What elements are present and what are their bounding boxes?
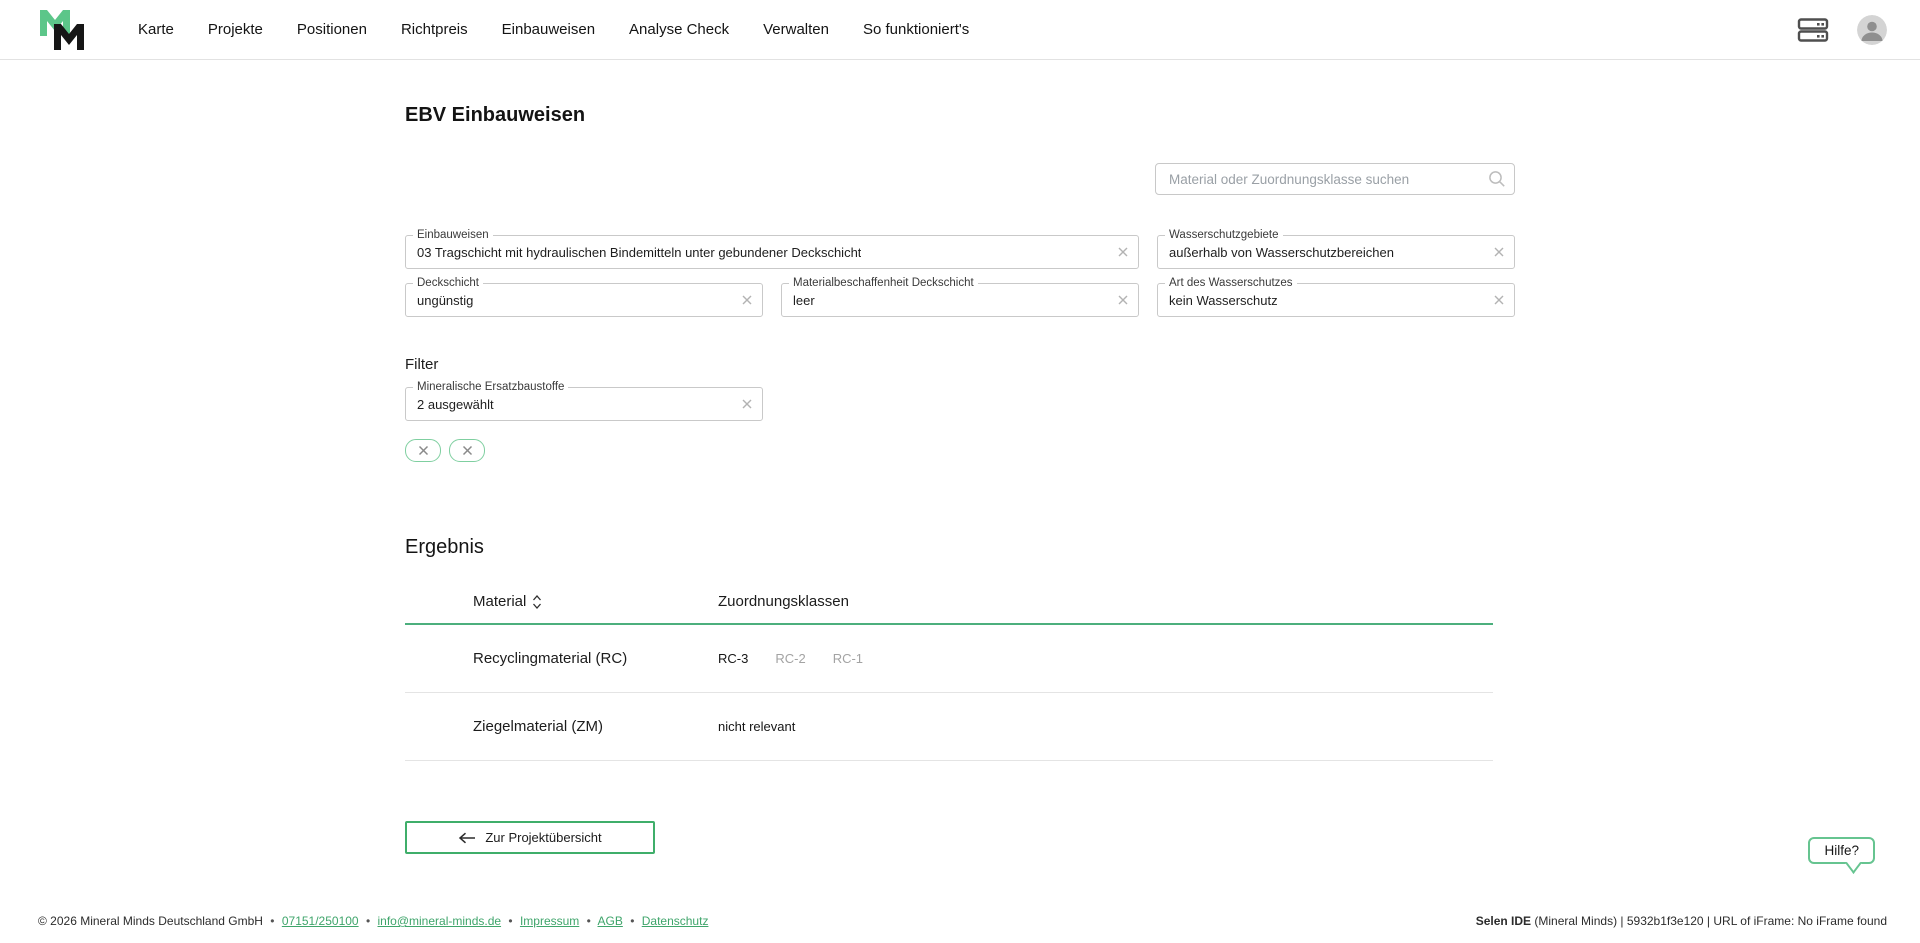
- footer-link-phone[interactable]: 07151/250100: [282, 914, 359, 928]
- footer-link-datenschutz[interactable]: Datenschutz: [642, 914, 709, 928]
- separator-dot: •: [587, 914, 591, 928]
- copyright-text: © 2026 Mineral Minds Deutschland GmbH: [38, 914, 263, 928]
- close-icon: [462, 445, 473, 456]
- footer-ide-details: (Mineral Minds) | 5932b1f3e120 | URL of …: [1531, 914, 1887, 928]
- back-to-project-overview-button[interactable]: Zur Projektübersicht: [405, 821, 655, 854]
- help-button-label: Hilfe?: [1824, 843, 1859, 858]
- nav-item-so-funktionierts[interactable]: So funktioniert's: [863, 21, 969, 38]
- zuordnungsklassen-cell: nicht relevant: [718, 719, 1493, 734]
- page: Karte Projekte Positionen Richtpreis Ein…: [0, 0, 1920, 943]
- mineral-minds-logo[interactable]: [38, 8, 86, 52]
- field-mineralische-ersatzbaustoffe[interactable]: Mineralische Ersatzbaustoffe 2 ausgewähl…: [405, 387, 763, 421]
- main-content: EBV Einbauweisen Einbauweisen 03 Tragsch…: [405, 60, 1515, 854]
- filter-heading: Filter: [405, 356, 1515, 373]
- column-header-zuordnungsklassen: Zuordnungsklassen: [718, 593, 1493, 610]
- arrow-left-icon: [458, 832, 476, 844]
- table-row: Recyclingmaterial (RC) RC-3 RC-2 RC-1: [405, 625, 1493, 693]
- clear-icon[interactable]: [741, 398, 753, 410]
- zuordnungsklasse-badge: RC-1: [833, 651, 863, 666]
- zuordnungsklassen-cell: RC-3 RC-2 RC-1: [718, 651, 1493, 666]
- field-einbauweisen-value: 03 Tragschicht mit hydraulischen Bindemi…: [417, 245, 861, 260]
- field-deckschicht-label: Deckschicht: [413, 276, 483, 290]
- footer: © 2026 Mineral Minds Deutschland GmbH • …: [0, 903, 1920, 943]
- result-heading: Ergebnis: [405, 536, 1515, 559]
- top-navigation-bar: Karte Projekte Positionen Richtpreis Ein…: [0, 0, 1920, 60]
- separator-dot: •: [366, 914, 370, 928]
- field-mineralische-ersatzbaustoffe-value: 2 ausgewählt: [417, 397, 494, 412]
- footer-link-impressum[interactable]: Impressum: [520, 914, 579, 928]
- main-navigation: Karte Projekte Positionen Richtpreis Ein…: [138, 21, 969, 38]
- field-deckschicht[interactable]: Deckschicht ungünstig: [405, 283, 763, 317]
- table-row: Ziegelmaterial (ZM) nicht relevant: [405, 693, 1493, 761]
- table-header-row: Material Zuordnungsklassen: [405, 583, 1493, 625]
- search-icon[interactable]: [1488, 170, 1506, 188]
- footer-left: © 2026 Mineral Minds Deutschland GmbH • …: [38, 914, 708, 928]
- nav-item-einbauweisen[interactable]: Einbauweisen: [502, 21, 595, 38]
- field-wasserschutzgebiete-value: außerhalb von Wasserschutzbereichen: [1169, 245, 1394, 260]
- column-header-zuordnungsklassen-label: Zuordnungsklassen: [718, 593, 849, 610]
- search-row: [405, 163, 1515, 195]
- footer-link-agb[interactable]: AGB: [598, 914, 623, 928]
- help-button[interactable]: Hilfe?: [1808, 837, 1875, 864]
- field-materialbeschaffenheit[interactable]: Materialbeschaffenheit Deckschicht leer: [781, 283, 1139, 317]
- result-table: Material Zuordnungsklassen Recyclingmate…: [405, 583, 1493, 761]
- material-cell: Ziegelmaterial (ZM): [473, 718, 718, 735]
- footer-ide-label: Selen IDE: [1476, 914, 1531, 928]
- footer-link-email[interactable]: info@mineral-minds.de: [377, 914, 501, 928]
- server-icon[interactable]: [1797, 18, 1829, 42]
- field-wasserschutzgebiete-label: Wasserschutzgebiete: [1165, 228, 1283, 242]
- close-icon: [418, 445, 429, 456]
- field-materialbeschaffenheit-value: leer: [793, 293, 815, 308]
- filter-chip-remove-2[interactable]: [449, 439, 485, 462]
- zuordnungsklasse-badge: RC-3: [718, 651, 748, 666]
- material-cell: Recyclingmaterial (RC): [473, 650, 718, 667]
- field-mineralische-ersatzbaustoffe-label: Mineralische Ersatzbaustoffe: [413, 380, 568, 394]
- field-wasserschutzgebiete[interactable]: Wasserschutzgebiete außerhalb von Wasser…: [1157, 235, 1515, 269]
- field-einbauweisen[interactable]: Einbauweisen 03 Tragschicht mit hydrauli…: [405, 235, 1139, 269]
- separator-dot: •: [630, 914, 634, 928]
- field-art-des-wasserschutzes-label: Art des Wasserschutzes: [1165, 276, 1297, 290]
- footer-debug-info: Selen IDE (Mineral Minds) | 5932b1f3e120…: [1476, 914, 1887, 928]
- topbar-right: [1797, 15, 1887, 45]
- field-einbauweisen-label: Einbauweisen: [413, 228, 493, 242]
- avatar-icon: [1857, 15, 1887, 45]
- clear-icon[interactable]: [1117, 294, 1129, 306]
- nav-item-positionen[interactable]: Positionen: [297, 21, 367, 38]
- clear-icon[interactable]: [741, 294, 753, 306]
- nav-item-projekte[interactable]: Projekte: [208, 21, 263, 38]
- user-avatar[interactable]: [1857, 15, 1887, 45]
- zuordnungsklasse-badge: nicht relevant: [718, 719, 795, 734]
- field-deckschicht-value: ungünstig: [417, 293, 473, 308]
- column-header-material[interactable]: Material: [473, 593, 718, 610]
- nav-item-karte[interactable]: Karte: [138, 21, 174, 38]
- search-box: [1155, 163, 1515, 195]
- filter-chips: [405, 439, 1515, 462]
- zuordnungsklasse-badge: RC-2: [775, 651, 805, 666]
- field-materialbeschaffenheit-label: Materialbeschaffenheit Deckschicht: [789, 276, 978, 290]
- clear-icon[interactable]: [1493, 294, 1505, 306]
- field-art-des-wasserschutzes-value: kein Wasserschutz: [1169, 293, 1278, 308]
- selection-fields: Einbauweisen 03 Tragschicht mit hydrauli…: [405, 235, 1515, 317]
- back-button-label: Zur Projektübersicht: [485, 830, 601, 845]
- column-header-material-label: Material: [473, 593, 526, 610]
- logo-icon: [38, 8, 86, 52]
- separator-dot: •: [508, 914, 512, 928]
- clear-icon[interactable]: [1493, 246, 1505, 258]
- sort-icon: [532, 594, 542, 610]
- nav-item-analyse-check[interactable]: Analyse Check: [629, 21, 729, 38]
- separator-dot: •: [270, 914, 274, 928]
- search-input[interactable]: [1167, 171, 1488, 188]
- clear-icon[interactable]: [1117, 246, 1129, 258]
- nav-item-verwalten[interactable]: Verwalten: [763, 21, 829, 38]
- nav-item-richtpreis[interactable]: Richtpreis: [401, 21, 468, 38]
- page-title: EBV Einbauweisen: [405, 104, 1515, 127]
- filter-chip-remove-1[interactable]: [405, 439, 441, 462]
- field-art-des-wasserschutzes[interactable]: Art des Wasserschutzes kein Wasserschutz: [1157, 283, 1515, 317]
